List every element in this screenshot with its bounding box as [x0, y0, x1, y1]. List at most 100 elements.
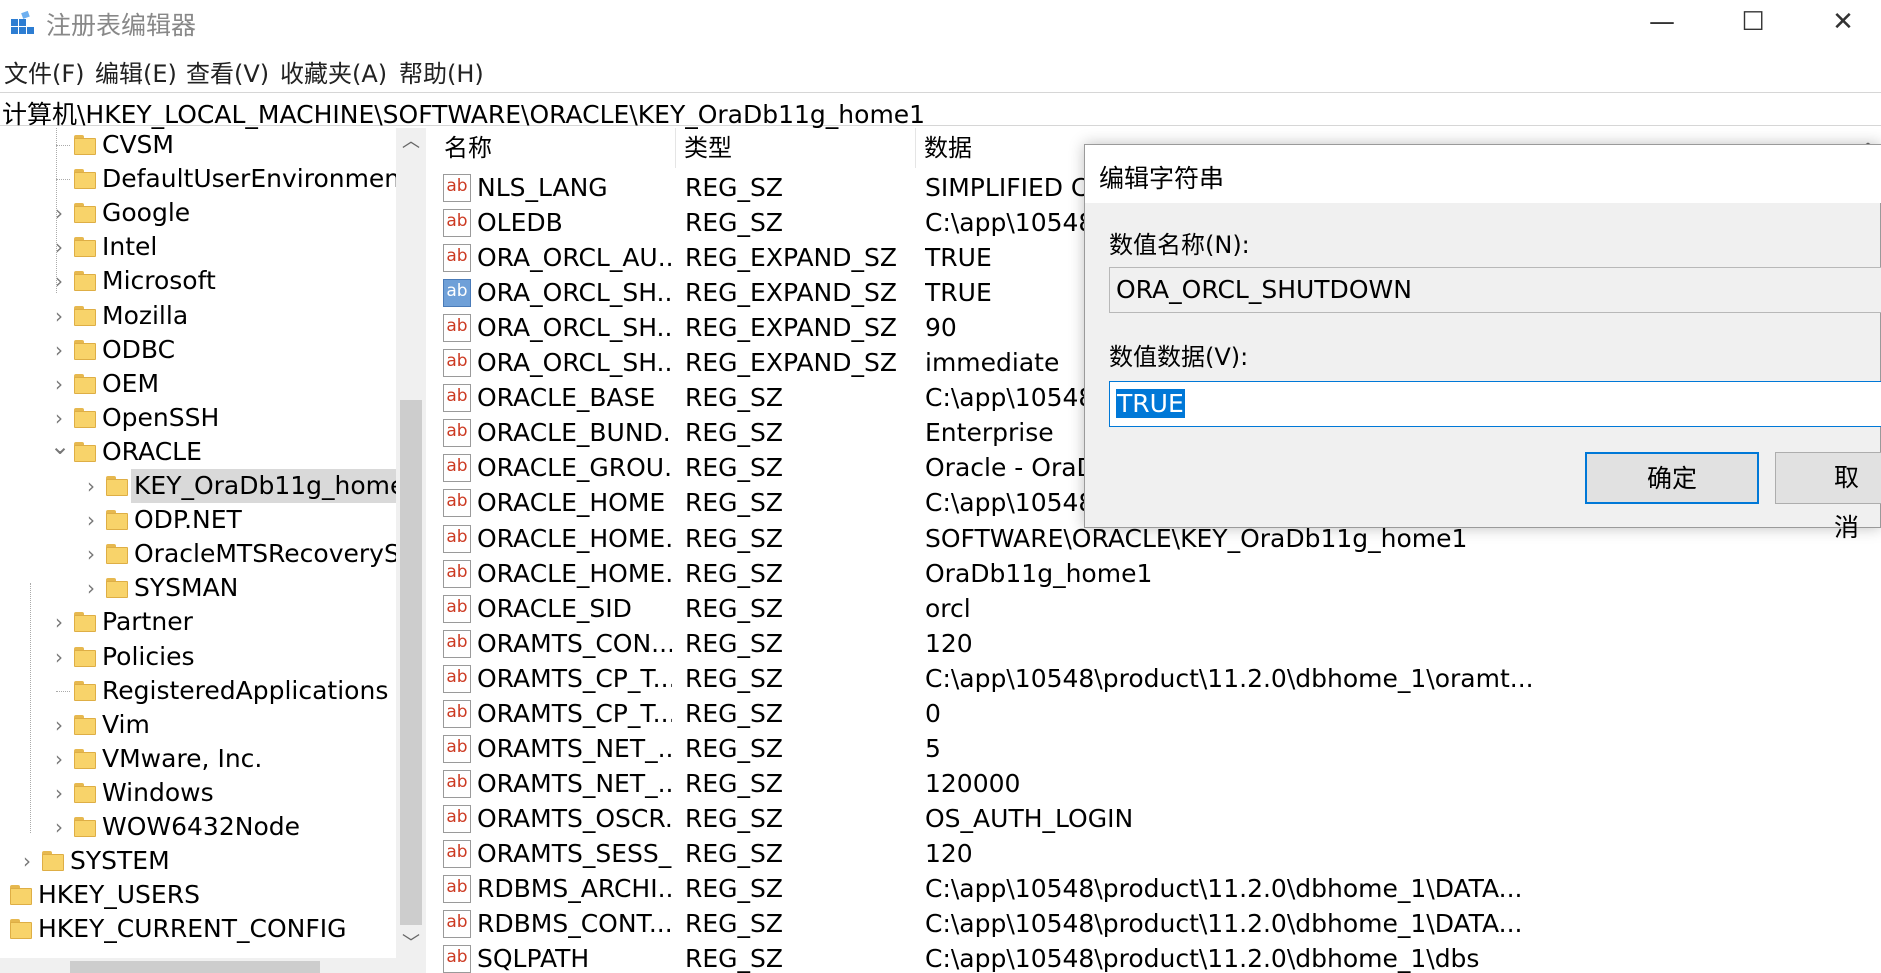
tree-item[interactable]: HKEY_CURRENT_CONFIG	[0, 912, 396, 946]
tree-item[interactable]: › OracleMTSRecoveryService	[0, 537, 425, 571]
expand-arrow-icon[interactable]: ›	[50, 708, 68, 742]
tree-item[interactable]: › Mozilla	[0, 299, 396, 333]
expand-arrow-icon[interactable]: ›	[50, 401, 68, 435]
tree-item[interactable]: › Policies	[0, 640, 396, 674]
tree-item-label[interactable]: ODP.NET	[131, 503, 245, 537]
scroll-up-arrow-icon[interactable]: ︿	[396, 128, 426, 156]
menu-file[interactable]: 文件(F)	[4, 54, 85, 89]
tree-item-label[interactable]: Mozilla	[99, 299, 191, 333]
maximize-button[interactable]: ☐	[1718, 0, 1788, 44]
menu-favorites[interactable]: 收藏夹(A)	[280, 54, 387, 89]
tree-item[interactable]: DefaultUserEnvironment	[0, 162, 410, 196]
tree-item-label[interactable]: DefaultUserEnvironment	[99, 162, 413, 196]
tree-item-label[interactable]: SYSMAN	[131, 571, 241, 605]
expand-arrow-icon[interactable]: ›	[50, 230, 68, 264]
tree-item-label[interactable]: Google	[99, 196, 193, 230]
tree-item[interactable]: › ODBC	[0, 333, 396, 367]
tree-item-label[interactable]: SYSTEM	[67, 844, 173, 878]
tree-item[interactable]: › Vim	[0, 708, 396, 742]
value-row[interactable]: ab ORACLE_HOME... REG_SZ OraDb11g_home1	[436, 556, 1881, 591]
tree-item-label[interactable]: Intel	[99, 230, 160, 264]
expand-arrow-icon[interactable]: ›	[50, 196, 68, 230]
minimize-button[interactable]: —	[1627, 0, 1697, 44]
value-row[interactable]: ab SQLPATH REG_SZ C:\app\10548\product\11.2…	[436, 941, 1881, 973]
expand-arrow-icon[interactable]: ›	[50, 264, 68, 298]
tree-item[interactable]: CVSM	[0, 128, 396, 162]
tree-item-label[interactable]: OracleMTSRecoveryService	[131, 537, 425, 571]
scrollbar-thumb[interactable]	[70, 961, 320, 973]
expand-arrow-icon[interactable]: ›	[50, 367, 68, 401]
tree-item[interactable]: ⌄ ORACLE	[0, 434, 396, 469]
tree-item[interactable]: HKEY_USERS	[0, 878, 396, 912]
tree-item-label[interactable]: RegisteredApplications	[99, 674, 391, 708]
tree-horizontal-scrollbar[interactable]	[0, 958, 396, 973]
tree-item[interactable]: › KEY_OraDb11g_home1	[0, 469, 425, 503]
tree-item-label[interactable]: OEM	[99, 367, 162, 401]
value-row[interactable]: ab ORAMTS_NET_... REG_SZ 5	[436, 731, 1881, 766]
value-row[interactable]: ab ORAMTS_CP_T... REG_SZ C:\app\10548\produ…	[436, 661, 1881, 696]
tree-item-label[interactable]: ODBC	[99, 333, 178, 367]
tree-item[interactable]: › SYSTEM	[0, 844, 396, 878]
scroll-down-arrow-icon[interactable]: ﹀	[396, 930, 426, 958]
expand-arrow-icon[interactable]: ›	[82, 503, 100, 537]
tree-item-label[interactable]: OpenSSH	[99, 401, 222, 435]
tree-item[interactable]: › VMware, Inc.	[0, 742, 396, 776]
expand-arrow-icon[interactable]: ›	[50, 605, 68, 639]
value-row[interactable]: ab ORAMTS_CON... REG_SZ 120	[436, 626, 1881, 661]
tree-item-label[interactable]: Policies	[99, 640, 197, 674]
tree-vertical-scrollbar[interactable]: ︿ ﹀	[396, 128, 426, 973]
ok-button[interactable]: 确定	[1585, 452, 1759, 504]
menu-view[interactable]: 查看(V)	[186, 54, 269, 89]
tree-item-label[interactable]: Vim	[99, 708, 153, 742]
value-row[interactable]: ab RDBMS_CONT... REG_SZ C:\app\10548\produc…	[436, 906, 1881, 941]
value-row[interactable]: ab ORAMTS_OSCR... REG_SZ OS_AUTH_LOGIN	[436, 801, 1881, 836]
expand-arrow-icon[interactable]: ›	[50, 810, 68, 844]
value-row[interactable]: ab RDBMS_ARCHI... REG_SZ C:\app\10548\produ…	[436, 871, 1881, 906]
tree-item[interactable]: › Intel	[0, 230, 396, 264]
tree-item-label[interactable]: WOW6432Node	[99, 810, 303, 844]
tree-item-label[interactable]: HKEY_USERS	[35, 878, 203, 912]
expand-arrow-icon[interactable]: ›	[82, 537, 100, 571]
column-header-name[interactable]: 名称	[436, 128, 676, 168]
registry-key-tree[interactable]: CVSM DefaultUserEnvironment › Google › Intel ›…	[0, 128, 426, 973]
tree-item-label[interactable]: ORACLE	[99, 435, 205, 469]
tree-item-label[interactable]: Microsoft	[99, 264, 219, 298]
close-button[interactable]: ✕	[1808, 0, 1878, 44]
tree-item[interactable]: › Google	[0, 196, 396, 230]
collapse-arrow-icon[interactable]: ⌄	[50, 434, 70, 469]
tree-item[interactable]: › OEM	[0, 367, 396, 401]
expand-arrow-icon[interactable]: ›	[50, 776, 68, 810]
tree-item-label[interactable]: VMware, Inc.	[99, 742, 265, 776]
address-path[interactable]: 计算机\HKEY_LOCAL_MACHINE\SOFTWARE\ORACLE\K…	[2, 95, 925, 131]
value-row[interactable]: ab ORACLE_SID REG_SZ orcl	[436, 591, 1881, 626]
value-row[interactable]: ab ORAMTS_CP_T... REG_SZ 0	[436, 696, 1881, 731]
expand-arrow-icon[interactable]: ›	[18, 844, 36, 878]
menu-help[interactable]: 帮助(H)	[399, 54, 484, 89]
tree-item[interactable]: › Windows	[0, 776, 396, 810]
value-row[interactable]: ab ORAMTS_NET_... REG_SZ 120000	[436, 766, 1881, 801]
tree-item-label[interactable]: Partner	[99, 605, 196, 639]
tree-item[interactable]: RegisteredApplications	[0, 674, 396, 708]
tree-item[interactable]: › OpenSSH	[0, 401, 396, 435]
tree-item-label[interactable]: Windows	[99, 776, 217, 810]
expand-arrow-icon[interactable]: ›	[50, 640, 68, 674]
tree-item-label[interactable]: CVSM	[99, 128, 177, 162]
tree-item[interactable]: › WOW6432Node	[0, 810, 396, 844]
expand-arrow-icon[interactable]: ›	[82, 571, 100, 605]
cancel-button[interactable]: 取消	[1775, 452, 1881, 542]
column-header-type[interactable]: 类型	[676, 128, 916, 168]
value-data-input[interactable]: TRUE	[1109, 381, 1881, 427]
expand-arrow-icon[interactable]: ›	[82, 469, 100, 503]
address-bar[interactable]: 计算机\HKEY_LOCAL_MACHINE\SOFTWARE\ORACLE\K…	[0, 92, 1881, 129]
expand-arrow-icon[interactable]: ›	[50, 742, 68, 776]
tree-item-label[interactable]: KEY_OraDb11g_home1	[131, 469, 425, 503]
scrollbar-thumb[interactable]	[400, 400, 422, 925]
expand-arrow-icon[interactable]: ›	[50, 333, 68, 367]
tree-item[interactable]: › Microsoft	[0, 264, 396, 298]
tree-item[interactable]: › ODP.NET	[0, 503, 396, 537]
tree-item[interactable]: › SYSMAN	[0, 571, 396, 605]
expand-arrow-icon[interactable]: ›	[50, 299, 68, 333]
value-row[interactable]: abORAMTS_SESS_... REG_SZ 120	[436, 836, 1881, 871]
menu-edit[interactable]: 编辑(E)	[95, 54, 177, 89]
tree-item[interactable]: › Partner	[0, 605, 396, 639]
